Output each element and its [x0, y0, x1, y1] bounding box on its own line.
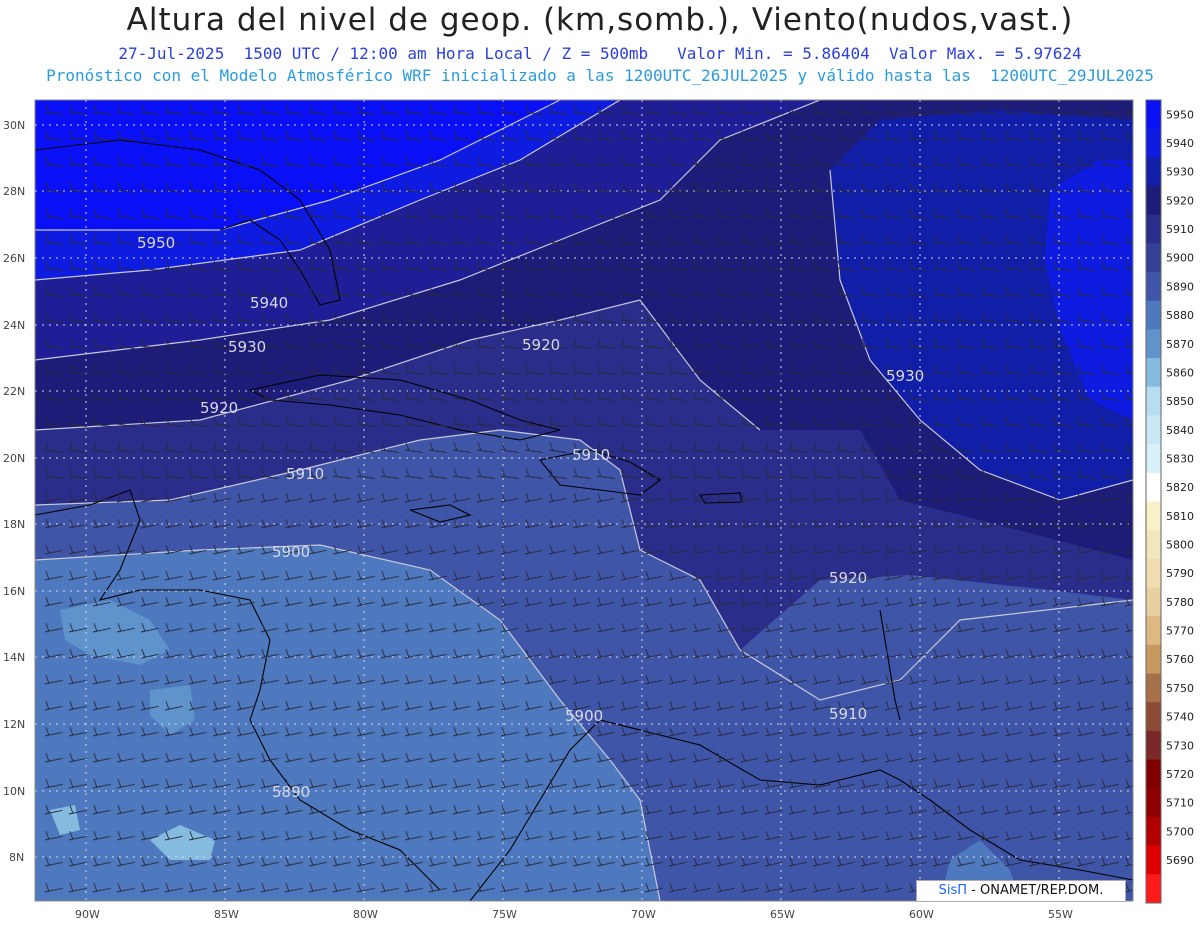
colorbar-swatch [1146, 186, 1161, 216]
colorbar-swatch [1146, 673, 1161, 703]
colorbar-label: 5750 [1166, 682, 1194, 695]
contour-label: 5920 [522, 336, 560, 354]
lat-label: 28N [3, 185, 25, 198]
credit-brand: SisΠ [938, 883, 968, 898]
credit-text: - ONAMET/REP.DOM. [967, 883, 1104, 898]
colorbar-label: 5830 [1166, 452, 1194, 465]
contour-label: 5920 [829, 569, 867, 587]
colorbar-swatch [1146, 243, 1161, 273]
colorbar-label: 5910 [1166, 223, 1194, 236]
contour-label: 5910 [286, 465, 324, 483]
lon-label: 85W [214, 908, 239, 921]
colorbar-swatch [1146, 300, 1161, 330]
colorbar-swatch [1146, 358, 1161, 388]
lat-label: 22N [3, 385, 25, 398]
colorbar-swatch [1146, 444, 1161, 474]
colorbar-swatch [1146, 558, 1161, 589]
colorbar-swatch [1146, 472, 1161, 502]
colorbar-label: 5900 [1166, 252, 1194, 265]
lon-label: 70W [631, 908, 656, 921]
contour-label: 5900 [272, 543, 310, 561]
lat-label: 24N [3, 319, 25, 332]
colorbar-swatch [1146, 415, 1161, 445]
colorbar-swatch [1146, 587, 1161, 617]
colorbar-label: 5880 [1166, 309, 1194, 322]
colorbar-label: 5800 [1166, 539, 1194, 552]
contour-label: 5890 [272, 783, 310, 801]
colorbar-swatch [1146, 530, 1161, 560]
contour-label: 5910 [572, 446, 610, 464]
lon-label: 90W [75, 908, 100, 921]
colorbar-swatch [1146, 845, 1161, 875]
colorbar-swatch [1146, 214, 1161, 244]
colorbar-label: 5840 [1166, 424, 1194, 437]
lat-label: 20N [3, 452, 25, 465]
contour-label: 5930 [886, 367, 924, 385]
latitude-axis: 30N 28N 26N 24N 22N 20N 18N 16N 14N 12N … [3, 119, 25, 864]
contour-label: 5930 [228, 338, 266, 356]
contour-label: 5910 [829, 705, 867, 723]
colorbar-label: 5780 [1166, 596, 1194, 609]
colorbar-label: 5950 [1166, 108, 1194, 121]
colorbar-label: 5810 [1166, 510, 1194, 523]
contour-label: 5920 [200, 399, 238, 417]
colorbar-label: 5770 [1166, 625, 1194, 638]
lon-label: 60W [909, 908, 934, 921]
colorbar-label: 5860 [1166, 366, 1194, 379]
colorbar-label: 5720 [1166, 768, 1194, 781]
lat-label: 16N [3, 585, 25, 598]
contour-label: 5940 [250, 294, 288, 312]
colorbar-label: 5820 [1166, 481, 1194, 494]
colorbar: 5950 5940 5930 5920 5910 5900 5890 5880 5870 5860… [1145, 99, 1194, 904]
colorbar-label: 5930 [1166, 166, 1194, 179]
colorbar-swatch [1146, 874, 1161, 904]
colorbar-label: 5890 [1166, 280, 1194, 293]
lat-label: 12N [3, 718, 25, 731]
colorbar-label: 5730 [1166, 739, 1194, 752]
colorbar-label: 5740 [1166, 711, 1194, 724]
colorbar-label: 5870 [1166, 338, 1194, 351]
lat-label: 30N [3, 119, 25, 132]
colorbar-label: 5920 [1166, 194, 1194, 207]
colorbar-swatch [1146, 730, 1161, 761]
contour-label: 5900 [565, 707, 603, 725]
colorbar-label: 5710 [1166, 797, 1194, 810]
lon-label: 65W [770, 908, 795, 921]
colorbar-swatch [1146, 759, 1161, 789]
plot-area: 5950 5940 5930 5920 5920 5930 5910 5910 … [35, 100, 1133, 901]
colorbar-swatch [1146, 128, 1161, 158]
colorbar-label: 5790 [1166, 567, 1194, 580]
colorbar-swatch [1146, 100, 1161, 130]
contour-label: 5950 [137, 234, 175, 252]
colorbar-label: 5700 [1166, 825, 1194, 838]
colorbar-swatch [1146, 157, 1161, 187]
lon-label: 55W [1048, 908, 1073, 921]
colorbar-swatch [1146, 386, 1161, 416]
colorbar-swatch [1146, 329, 1161, 359]
colorbar-swatch [1146, 501, 1161, 531]
colorbar-swatch [1146, 816, 1161, 847]
weather-map: 5950 5940 5930 5920 5920 5930 5910 5910 … [3, 99, 1194, 921]
colorbar-label: 5760 [1166, 653, 1194, 666]
colorbar-label: 5850 [1166, 395, 1194, 408]
colorbar-label: 5690 [1166, 854, 1194, 867]
longitude-axis: 90W 85W 80W 75W 70W 65W 60W 55W [75, 908, 1073, 921]
lat-label: 10N [3, 785, 25, 798]
lat-label: 18N [3, 518, 25, 531]
lat-label: 14N [3, 651, 25, 664]
lon-label: 75W [492, 908, 517, 921]
colorbar-swatch [1146, 616, 1161, 646]
credit-box: SisΠ - ONAMET/REP.DOM. [916, 880, 1126, 902]
colorbar-swatch [1146, 702, 1161, 732]
colorbar-swatch [1146, 272, 1161, 302]
lon-label: 80W [353, 908, 378, 921]
colorbar-swatch [1146, 644, 1161, 675]
colorbar-swatch [1146, 788, 1161, 818]
lat-label: 26N [3, 252, 25, 265]
colorbar-label: 5940 [1166, 137, 1194, 150]
lat-label: 8N [9, 851, 24, 864]
